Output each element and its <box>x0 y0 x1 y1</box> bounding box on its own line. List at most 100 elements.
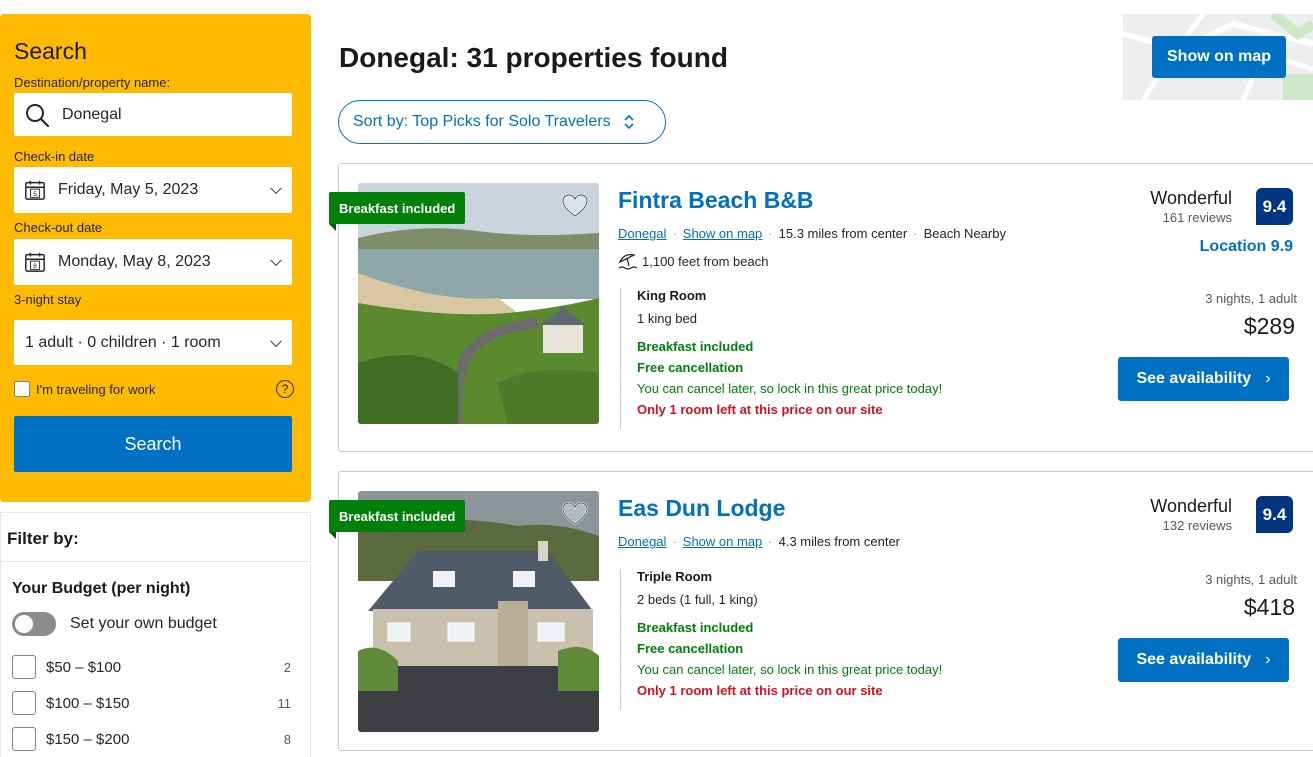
cancel-note: You can cancel later, so lock in this gr… <box>637 381 943 396</box>
see-availability-button[interactable]: See availability › <box>1118 638 1289 682</box>
budget-option-label: $100 – $150 <box>46 694 130 712</box>
destination-field[interactable]: Donegal <box>14 93 292 136</box>
destination-value: Donegal <box>62 105 122 123</box>
guests-select[interactable]: 1 adult · 0 children · 1 room <box>14 320 292 365</box>
beach-distance-row: 1,100 feet from beach <box>618 252 768 270</box>
property-location: Donegal · Show on map · 4.3 miles from c… <box>618 534 900 549</box>
filter-divider <box>1 561 310 562</box>
own-budget-toggle[interactable] <box>12 612 56 636</box>
review-count: 161 reviews <box>1162 210 1232 225</box>
scarcity-note: Only 1 room left at this price on our si… <box>637 683 883 698</box>
breakfast-badge: Breakfast included <box>329 192 466 231</box>
location-link[interactable]: Donegal <box>618 534 666 549</box>
cancel-note: You can cancel later, so lock in this gr… <box>637 662 943 677</box>
search-title: Search <box>14 38 87 64</box>
property-location: Donegal · Show on map · 15.3 miles from … <box>618 226 1006 241</box>
budget-option-count: 11 <box>277 695 292 711</box>
see-availability-button[interactable]: See availability › <box>1118 357 1289 401</box>
separator-dot: · <box>672 534 677 549</box>
review-count: 132 reviews <box>1162 518 1232 533</box>
breakfast-included: Breakfast included <box>637 339 754 354</box>
distance-from-center: 4.3 miles from center <box>778 534 900 549</box>
filter-box: Filter by: Your Budget (per night) Set y… <box>0 512 311 757</box>
room-type: Triple Room <box>637 569 713 584</box>
search-icon <box>26 103 50 127</box>
stay-summary: 3 nights, 1 adult <box>1205 291 1297 306</box>
chevron-down-icon <box>270 335 282 347</box>
bed-info: 2 beds (1 full, 1 king) <box>637 592 758 607</box>
chevron-down-icon <box>270 254 282 267</box>
distance-from-center: 15.3 miles from center <box>778 226 908 241</box>
room-info: King Room 1 king bed Breakfast included … <box>620 288 942 429</box>
guests-value: 1 adult · 0 children · 1 room <box>25 333 221 351</box>
rating-word: Wonderful <box>1150 496 1232 516</box>
work-travel-row: I'm traveling for work ? <box>14 380 294 398</box>
budget-option-count: 2 <box>283 659 291 675</box>
checkout-day: 8 <box>33 263 37 270</box>
price: $418 <box>1243 594 1295 620</box>
chevron-right-icon: › <box>1265 370 1271 387</box>
budget-option-label: $50 – $100 <box>46 658 122 676</box>
scarcity-note: Only 1 room left at this price on our si… <box>637 402 883 417</box>
rating-word: Wonderful <box>1150 188 1232 208</box>
budget-checkbox[interactable] <box>12 727 36 751</box>
sort-updown-icon <box>624 114 634 130</box>
free-cancellation: Free cancellation <box>637 641 744 656</box>
property-name[interactable]: Fintra Beach B&B <box>618 187 814 214</box>
checkout-value: Monday, May 8, 2023 <box>58 253 211 270</box>
stay-length: 3-night stay <box>14 292 82 307</box>
show-on-map-link[interactable]: Show on map <box>683 226 763 241</box>
checkin-day: 5 <box>33 191 37 198</box>
calendar-icon: 5 <box>25 180 45 200</box>
own-budget-row: Set your own budget <box>12 612 217 636</box>
heart-icon[interactable] <box>561 192 589 220</box>
bed-info: 1 king bed <box>637 311 697 326</box>
budget-option-count: 8 <box>283 731 291 747</box>
beach-nearby: Beach Nearby <box>923 226 1006 241</box>
checkout-label: Check-out date <box>14 220 103 235</box>
property-name[interactable]: Eas Dun Lodge <box>618 495 785 522</box>
calendar-icon: 8 <box>25 252 45 272</box>
separator-dot: · <box>768 534 773 549</box>
budget-title: Your Budget (per night) <box>12 580 191 597</box>
destination-label: Destination/property name: <box>14 75 171 90</box>
filter-title: Filter by: <box>7 529 79 548</box>
own-budget-label: Set your own budget <box>70 615 217 632</box>
room-info: Triple Room 2 beds (1 full, 1 king) Brea… <box>620 569 942 710</box>
budget-option[interactable]: $100 – $150 11 <box>12 691 294 715</box>
budget-checkbox[interactable] <box>12 691 36 715</box>
search-button[interactable]: Search <box>14 416 292 472</box>
checkin-value: Friday, May 5, 2023 <box>58 181 199 198</box>
free-cancellation: Free cancellation <box>637 360 744 375</box>
budget-checkbox[interactable] <box>12 655 36 679</box>
review-score: 9.4 <box>1256 496 1293 533</box>
see-availability-label: See availability <box>1136 651 1252 668</box>
budget-option[interactable]: $50 – $100 2 <box>12 655 294 679</box>
separator-dot: · <box>768 226 773 241</box>
price: $289 <box>1243 313 1295 339</box>
search-panel: Search Destination/property name: Donega… <box>0 14 311 502</box>
sort-label: Sort by: Top Picks for Solo Travelers <box>353 113 611 130</box>
sort-button[interactable]: Sort by: Top Picks for Solo Travelers <box>338 100 666 144</box>
show-on-map-button[interactable]: Show on map <box>1152 36 1286 78</box>
beach-umbrella-icon <box>618 254 638 270</box>
location-score: Location 9.9 <box>1199 238 1293 255</box>
separator-dot: · <box>913 226 918 241</box>
help-icon[interactable]: ? <box>276 380 294 398</box>
separator-dot: · <box>672 226 677 241</box>
heart-icon[interactable] <box>561 500 589 528</box>
property-card: Breakfast included Eas Dun Lodge Donegal… <box>329 471 1313 751</box>
review-score: 9.4 <box>1256 188 1293 225</box>
page-title: Donegal: 31 properties found <box>339 42 728 73</box>
stay-summary: 3 nights, 1 adult <box>1205 572 1297 587</box>
budget-option-label: $150 – $200 <box>46 730 130 748</box>
chevron-down-icon <box>270 182 282 195</box>
checkin-label: Check-in date <box>14 149 95 164</box>
checkin-field[interactable]: 5 Friday, May 5, 2023 <box>14 167 292 213</box>
show-on-map-link[interactable]: Show on map <box>683 534 763 549</box>
property-card: Breakfast included Fintra Beach B&B Done… <box>329 163 1313 452</box>
budget-option[interactable]: $150 – $200 8 <box>12 727 294 751</box>
checkout-field[interactable]: 8 Monday, May 8, 2023 <box>14 239 292 285</box>
work-travel-checkbox[interactable] <box>14 381 30 397</box>
location-link[interactable]: Donegal <box>618 226 666 241</box>
